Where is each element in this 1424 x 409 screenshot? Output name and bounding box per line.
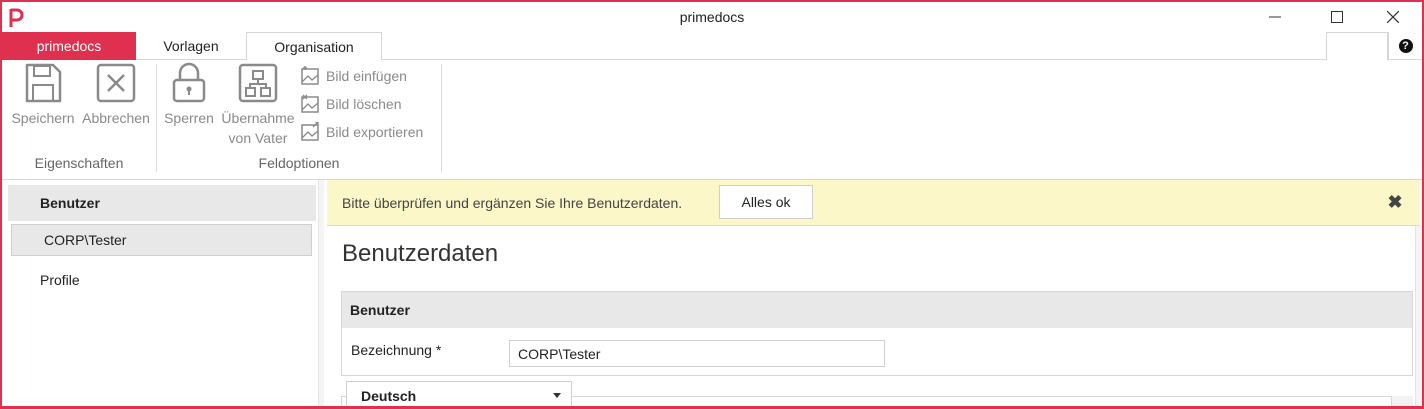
floppy-disk-icon [25,63,62,103]
insert-image-label: Bild einfügen [326,68,407,84]
tab-organisation[interactable]: Organisation [246,32,382,61]
close-window-button[interactable] [1370,2,1416,32]
lock-label: Sperren [164,110,214,126]
maximize-button[interactable] [1314,2,1360,32]
language-dropdown[interactable]: Deutsch [346,381,572,406]
sidebar-item-profile[interactable]: Profile [40,272,80,288]
sidebar-scrollbar[interactable] [318,180,324,406]
banner-message: Bitte überprüfen und ergänzen Sie Ihre B… [342,194,683,211]
lock-button[interactable]: Sperren [160,62,218,128]
language-panel-scrollbar[interactable] [1391,396,1413,406]
export-image-label: Bild exportieren [326,124,424,140]
ribbon-search-box[interactable] [1326,32,1388,60]
group-separator [441,64,442,172]
help-button[interactable]: ? [1388,32,1422,60]
tab-vorlagen[interactable]: Vorlagen [136,32,246,60]
ribbon: Speichern Abbrechen Sperren Übernahme vo… [2,60,1422,180]
group-label-properties: Eigenschaften [34,155,124,171]
cancel-icon [96,63,136,103]
save-label: Speichern [11,110,75,126]
save-button[interactable]: Speichern [8,62,78,128]
group-label-field-options: Feldoptionen [258,155,340,171]
image-export-icon [301,122,319,141]
inherit-from-parent-button[interactable]: Übernahme von Vater [216,62,300,148]
image-add-icon [301,66,319,85]
inherit-label-line2: von Vater [228,130,288,146]
insert-image-button[interactable]: Bild einfügen [300,65,407,87]
designation-input[interactable] [509,340,885,367]
close-icon[interactable]: ✖ [1385,192,1405,212]
page-title: Benutzerdaten [342,240,499,267]
delete-image-button[interactable]: Bild löschen [300,93,402,115]
window-title: primedocs [679,9,745,25]
hierarchy-icon [238,63,278,103]
close-icon [1387,11,1399,23]
sidebar-item-selected-user[interactable]: CORP\Tester [11,224,312,256]
cancel-button[interactable]: Abbrechen [80,62,152,128]
maximize-icon [1331,11,1343,23]
export-image-button[interactable]: Bild exportieren [300,121,423,143]
info-banner: Bitte überprüfen und ergänzen Sie Ihre B… [327,180,1420,226]
all-ok-button[interactable]: Alles ok [719,185,813,219]
ribbon-tabs: primedocs Vorlagen Organisation ? [2,32,1422,61]
title-bar: primedocs [2,2,1422,32]
minimize-icon [1269,16,1281,18]
sidebar: Benutzer CORP\Tester Profile [2,180,324,406]
user-section: Benutzer Bezeichnung * [341,291,1413,376]
lock-icon [172,62,206,103]
chevron-down-icon [553,393,561,398]
main-scrollbar[interactable] [1415,226,1422,406]
delete-image-label: Bild löschen [326,96,402,112]
cancel-label: Abbrechen [82,110,150,126]
tab-primedocs[interactable]: primedocs [2,32,136,60]
designation-label: Bezeichnung * [351,342,442,358]
inherit-label-line1: Übernahme [221,110,295,126]
section-title: Benutzer [342,292,1412,328]
image-delete-icon [301,94,319,113]
language-dropdown-value: Deutsch [361,388,417,404]
minimize-button[interactable] [1252,2,1298,32]
help-icon: ? [1398,39,1413,53]
app-window: primedocs primedocs Vorlagen Organisatio… [0,0,1424,409]
main-content: Bitte überprüfen und ergänzen Sie Ihre B… [325,180,1422,406]
sidebar-header-benutzer[interactable]: Benutzer [8,185,316,221]
